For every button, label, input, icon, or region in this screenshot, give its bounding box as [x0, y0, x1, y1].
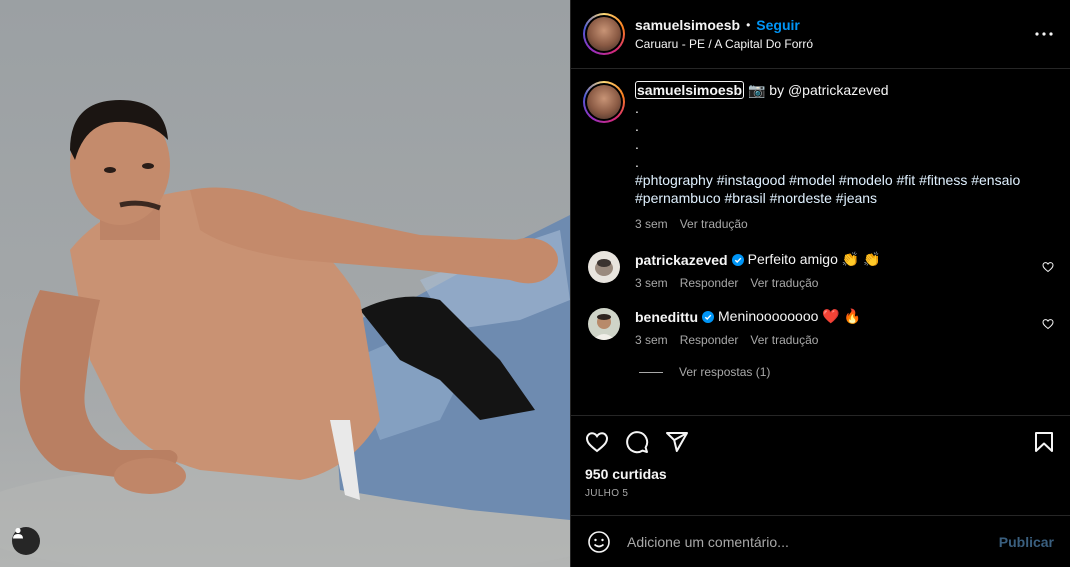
- comments-section[interactable]: samuelsimoesb 📷 by @patrickazeved . . . …: [571, 69, 1070, 415]
- reply-link[interactable]: Responder: [680, 276, 739, 290]
- comment-text: Perfeito amigo 👏 👏: [747, 251, 881, 267]
- post-details-panel: samuelsimoesb • Seguir Caruaru - PE / A …: [570, 0, 1070, 567]
- comment-input[interactable]: [627, 533, 999, 550]
- heart-outline-icon: [1042, 319, 1054, 330]
- user-icon: [13, 527, 23, 539]
- comment-username[interactable]: benedittu: [635, 309, 698, 325]
- caption-author-avatar[interactable]: [583, 81, 625, 123]
- post-caption: samuelsimoesb 📷 by @patrickazeved . . . …: [583, 81, 1056, 233]
- likes-count[interactable]: 950 curtidas: [585, 466, 1056, 482]
- comment-username[interactable]: patrickazeved: [635, 252, 728, 268]
- caption-dot: .: [635, 100, 639, 116]
- comment-button[interactable]: [625, 430, 649, 454]
- heart-outline-icon: [1042, 262, 1054, 273]
- comment-translate-link[interactable]: Ver tradução: [750, 333, 818, 347]
- reply-link[interactable]: Responder: [680, 333, 739, 347]
- more-options-button[interactable]: [1032, 22, 1056, 46]
- view-replies-link[interactable]: Ver respostas (1): [639, 365, 1056, 379]
- post-date: JULHO 5: [585, 488, 629, 499]
- comment-item: patrickazeved Perfeito amigo 👏 👏 3 sem R…: [583, 251, 1056, 290]
- follow-button[interactable]: Seguir: [756, 17, 800, 33]
- comment-bubble-icon: [626, 431, 649, 454]
- caption-username[interactable]: samuelsimoesb: [635, 81, 745, 99]
- heart-icon: [585, 432, 609, 453]
- more-dots-icon: [1035, 32, 1053, 36]
- comment-time: 3 sem: [635, 276, 668, 290]
- post-location[interactable]: Caruaru - PE / A Capital Do Forró: [635, 37, 1032, 51]
- post-header: samuelsimoesb • Seguir Caruaru - PE / A …: [571, 0, 1070, 69]
- caption-translate-link[interactable]: Ver tradução: [680, 215, 748, 233]
- author-avatar[interactable]: [583, 13, 625, 55]
- save-button[interactable]: [1032, 430, 1056, 454]
- post-actions: 950 curtidas JULHO 5: [571, 415, 1070, 515]
- author-username[interactable]: samuelsimoesb: [635, 17, 740, 33]
- replies-divider: [639, 371, 663, 373]
- like-comment-button[interactable]: [1040, 259, 1056, 275]
- separator-dot: •: [746, 18, 751, 32]
- caption-time: 3 sem: [635, 217, 668, 231]
- bookmark-icon: [1035, 432, 1053, 452]
- commenter-avatar-image: [588, 251, 620, 283]
- comment-text: Meninoooooooo ❤️ 🔥: [718, 308, 862, 324]
- caption-dot: .: [635, 154, 639, 170]
- comment-item: benedittu Meninoooooooo ❤️ 🔥 3 sem Respo…: [583, 308, 1056, 347]
- commenter-avatar-image: [588, 308, 620, 340]
- post-image[interactable]: [0, 0, 570, 567]
- comment-translate-link[interactable]: Ver tradução: [750, 276, 818, 290]
- add-comment-bar: Publicar: [571, 515, 1070, 567]
- post-photo-illustration: [0, 100, 570, 567]
- like-comment-button[interactable]: [1040, 316, 1056, 332]
- camera-emoji: 📷: [747, 82, 766, 98]
- verified-badge-icon: [731, 253, 744, 266]
- like-button[interactable]: [585, 430, 609, 454]
- emoji-smile-icon: [588, 530, 610, 553]
- send-paper-plane-icon: [666, 432, 688, 452]
- commenter-avatar[interactable]: [588, 308, 620, 340]
- publish-button[interactable]: Publicar: [999, 534, 1054, 550]
- tagged-users-button[interactable]: [12, 527, 40, 555]
- commenter-avatar[interactable]: [588, 251, 620, 283]
- share-button[interactable]: [665, 430, 689, 454]
- comment-time: 3 sem: [635, 333, 668, 347]
- caption-credit: by @patrickazeved: [769, 82, 889, 98]
- caption-hashtags[interactable]: #phtography #instagood #model #modelo #f…: [635, 171, 1056, 207]
- view-replies-label: Ver respostas (1): [679, 365, 771, 379]
- caption-dot: .: [635, 118, 639, 134]
- caption-dot: .: [635, 136, 639, 152]
- verified-badge-icon: [702, 310, 714, 323]
- post-viewer: samuelsimoesb • Seguir Caruaru - PE / A …: [0, 0, 1070, 567]
- emoji-picker-button[interactable]: [587, 530, 611, 554]
